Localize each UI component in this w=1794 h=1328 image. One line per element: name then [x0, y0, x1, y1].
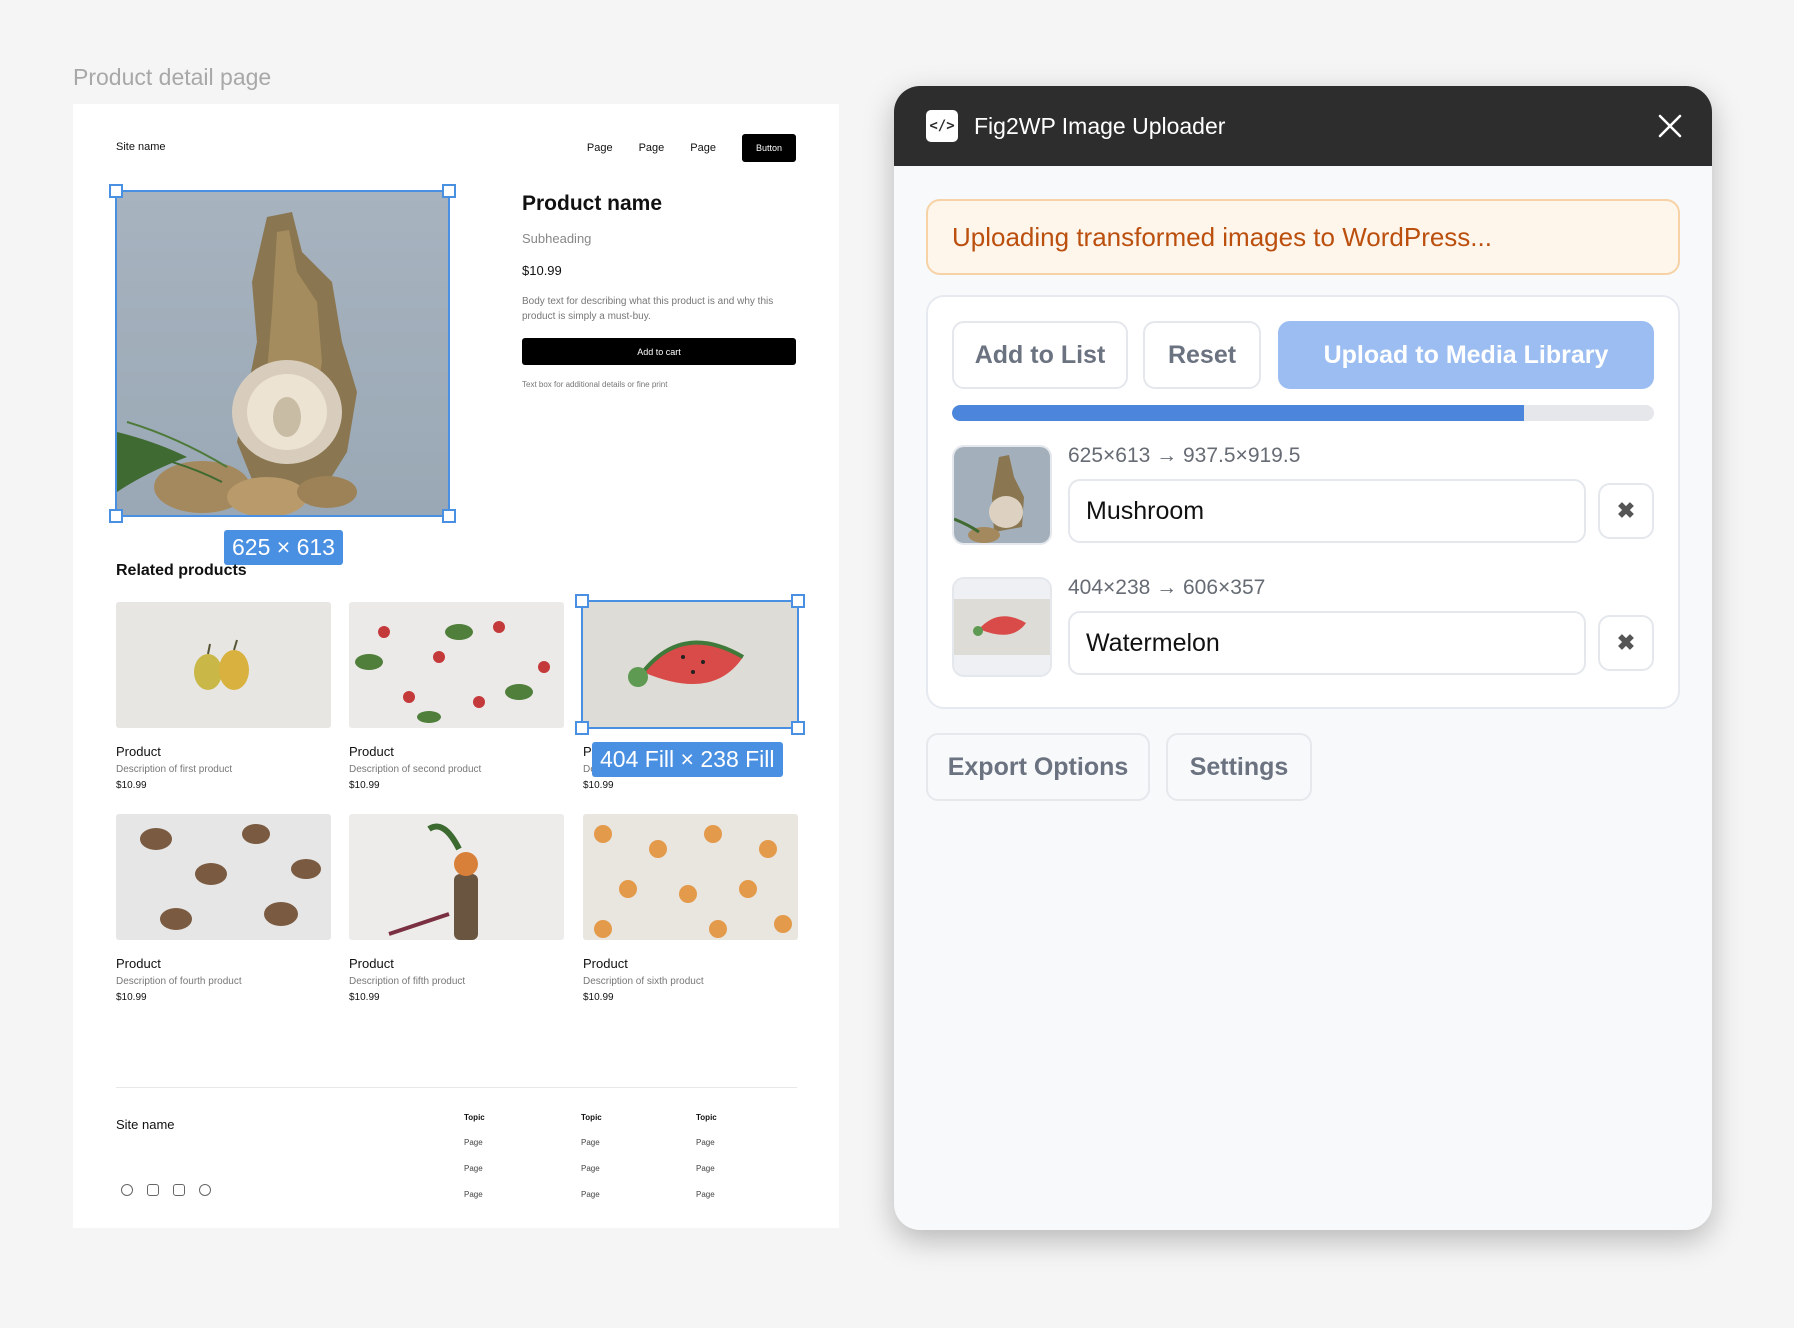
youtube-icon[interactable] [173, 1184, 185, 1196]
fine-print: Text box for additional details or fine … [522, 380, 668, 389]
image-list-item: 625×613 → 937.5×919.5 ✖ [952, 444, 1654, 545]
footer-column: Topic Page Page Page [581, 1113, 602, 1216]
nav-site-name: Site name [116, 141, 166, 153]
footer-link[interactable]: Page [696, 1190, 717, 1199]
item-dimensions: 625×613 → 937.5×919.5 [1068, 444, 1301, 467]
product-subheading: Subheading [522, 231, 592, 246]
resize-handle[interactable] [109, 509, 123, 523]
item-dimensions: 404×238 → 606×357 [1068, 576, 1266, 599]
product-card-name: Product [116, 744, 161, 759]
hero-image-selection[interactable] [109, 184, 456, 523]
frame-label: Product detail page [73, 64, 272, 90]
footer-link[interactable]: Page [581, 1164, 602, 1173]
cherries-image [583, 814, 798, 940]
footer-link[interactable]: Page [464, 1138, 485, 1147]
instagram-icon[interactable] [199, 1184, 211, 1196]
image-list-box: Add to List Reset Upload to Media Librar… [926, 295, 1680, 709]
remove-item-button[interactable]: ✖ [1598, 615, 1654, 671]
panel-header: </> Fig2WP Image Uploader [894, 86, 1712, 166]
product-card-desc: Description of first product [116, 764, 233, 775]
close-icon[interactable] [1658, 114, 1682, 138]
product-price: $10.99 [522, 263, 562, 278]
watermelon-image [583, 602, 798, 728]
product-card-price: $10.99 [349, 992, 380, 1003]
product-card-desc: Description of second product [349, 764, 482, 775]
product-card[interactable]: Product Description of sixth product $10… [583, 814, 798, 1003]
add-to-cart-button[interactable]: Add to cart [522, 338, 796, 365]
reset-button[interactable]: Reset [1143, 321, 1261, 389]
resize-handle[interactable] [442, 509, 456, 523]
nav-link[interactable]: Page [587, 142, 613, 154]
product-card-price: $10.99 [116, 992, 147, 1003]
product-card-name: Product [349, 956, 394, 971]
footer-topic: Topic [581, 1113, 602, 1122]
product-card-price: $10.99 [583, 780, 614, 791]
footer-column: Topic Page Page Page [464, 1113, 485, 1216]
product-card-price: $10.99 [349, 780, 380, 791]
resize-handle[interactable] [109, 184, 123, 198]
image-list-item: 404×238 → 606×357 ✖ [952, 576, 1654, 677]
hero-dimension-badge: 625 × 613 [224, 530, 343, 565]
resize-handle[interactable] [442, 184, 456, 198]
add-to-list-button[interactable]: Add to List [952, 321, 1128, 389]
upload-progress-bar [952, 405, 1654, 421]
footer-topic: Topic [464, 1113, 485, 1122]
product-card-desc: Description of sixth product [583, 976, 704, 987]
footer-link[interactable]: Page [581, 1138, 602, 1147]
footer-link[interactable]: Page [464, 1164, 485, 1173]
nav-links: Page Page Page Button [587, 134, 796, 162]
nav-button[interactable]: Button [742, 134, 796, 162]
code-logo-icon: </> [926, 110, 958, 142]
plugin-panel: </> Fig2WP Image Uploader Uploading tran… [894, 86, 1712, 1230]
nav-link[interactable]: Page [690, 142, 716, 154]
footer-link[interactable]: Page [581, 1190, 602, 1199]
upload-status-banner: Uploading transformed images to WordPres… [926, 199, 1680, 275]
settings-button[interactable]: Settings [1166, 733, 1312, 801]
export-options-button[interactable]: Export Options [926, 733, 1150, 801]
image-name-input[interactable] [1068, 611, 1586, 675]
product-card[interactable]: Product Description of fourth product $1… [116, 814, 331, 1003]
footer-site-name: Site name [116, 1117, 175, 1132]
product-card-price: $10.99 [116, 780, 147, 791]
product-card-desc: Description of fifth product [349, 976, 466, 987]
mushroom-image [117, 192, 448, 515]
footer-topic: Topic [696, 1113, 717, 1122]
upload-to-media-library-button[interactable]: Upload to Media Library [1278, 321, 1654, 389]
facebook-icon[interactable] [121, 1184, 133, 1196]
product-card-name: Product [116, 956, 161, 971]
card-dimension-badge: 404 Fill × 238 Fill [592, 742, 783, 777]
vegetables-image [349, 814, 564, 940]
remove-item-button[interactable]: ✖ [1598, 483, 1654, 539]
mushroom-thumbnail [952, 445, 1052, 545]
product-body: Body text for describing what this produ… [522, 296, 774, 322]
product-card[interactable]: Product Description of fifth product $10… [349, 814, 564, 1003]
radishes-image [349, 602, 564, 728]
product-card[interactable]: Product Description of second product $1… [349, 602, 564, 791]
watermelon-thumbnail [952, 577, 1052, 677]
nav-link[interactable]: Page [639, 142, 665, 154]
footer-link[interactable]: Page [696, 1138, 717, 1147]
product-card-price: $10.99 [583, 992, 614, 1003]
footer-column: Topic Page Page Page [696, 1113, 717, 1216]
panel-title: Fig2WP Image Uploader [974, 112, 1226, 139]
footer-link[interactable]: Page [696, 1164, 717, 1173]
image-name-input[interactable] [1068, 479, 1586, 543]
product-card-desc: Description of fourth product [116, 976, 242, 987]
linkedin-icon[interactable] [147, 1184, 159, 1196]
social-links [121, 1184, 225, 1196]
footer-link[interactable]: Page [464, 1190, 485, 1199]
footer-divider [116, 1087, 797, 1088]
design-canvas[interactable]: Site name Page Page Page Button 625 × 61… [73, 104, 839, 1228]
product-title: Product name [522, 192, 663, 215]
upload-progress-fill [952, 405, 1525, 421]
product-card-name: Product [583, 956, 628, 971]
mushrooms-image [116, 814, 331, 940]
product-card[interactable]: Product Description of first product $10… [116, 602, 331, 791]
related-title: Related products [116, 562, 247, 579]
product-card-name: Product [349, 744, 394, 759]
pears-image [116, 602, 331, 728]
